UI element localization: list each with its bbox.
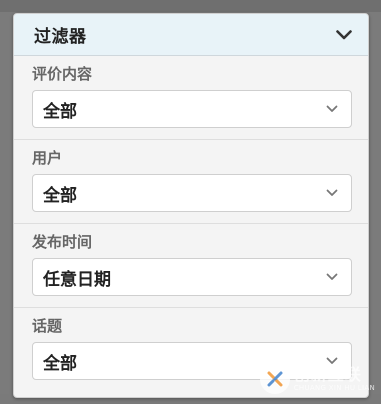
background-top-strip xyxy=(0,0,381,12)
review-content-label: 评价内容 xyxy=(32,65,93,83)
chevron-down-icon xyxy=(325,270,339,284)
user-label: 用户 xyxy=(32,149,63,167)
chevron-down-icon xyxy=(325,186,339,200)
collapse-toggle-button[interactable] xyxy=(332,23,356,47)
filter-panel-header[interactable]: 过滤器 xyxy=(14,14,368,56)
filter-panel-title: 过滤器 xyxy=(34,27,87,47)
filter-panel: 过滤器 评价内容 全部 用户 全部 发布时间 任意日期 话题 全部 xyxy=(13,13,369,398)
publish-time-value: 任意日期 xyxy=(43,269,111,290)
topic-value: 全部 xyxy=(43,353,77,374)
filter-section-user: 用户 全部 xyxy=(14,140,368,224)
filter-section-topic: 话题 全部 xyxy=(14,308,368,392)
review-content-value: 全部 xyxy=(43,101,77,122)
user-value: 全部 xyxy=(43,185,77,206)
publish-time-select[interactable]: 任意日期 xyxy=(32,258,352,296)
filter-section-review-content: 评价内容 全部 xyxy=(14,56,368,140)
user-select[interactable]: 全部 xyxy=(32,174,352,212)
chevron-down-icon xyxy=(336,29,352,39)
chevron-down-icon xyxy=(325,354,339,368)
filter-section-publish-time: 发布时间 任意日期 xyxy=(14,224,368,308)
publish-time-label: 发布时间 xyxy=(32,233,93,251)
review-content-select[interactable]: 全部 xyxy=(32,90,352,128)
topic-select[interactable]: 全部 xyxy=(32,342,352,380)
chevron-down-icon xyxy=(325,102,339,116)
topic-label: 话题 xyxy=(32,317,63,335)
